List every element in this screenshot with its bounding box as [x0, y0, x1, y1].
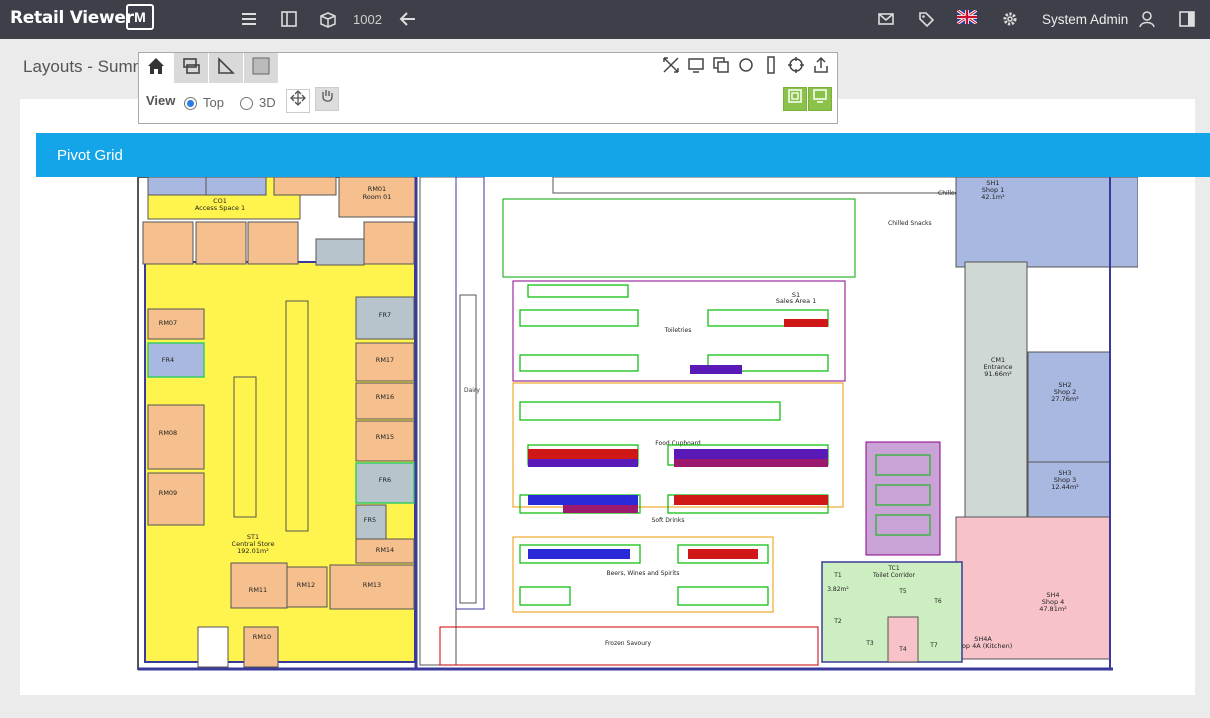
user-name[interactable]: System Admin: [1042, 12, 1128, 27]
hand-icon[interactable]: [315, 87, 339, 111]
svg-text:Access Space 1: Access Space 1: [195, 204, 245, 212]
svg-text:RM17: RM17: [376, 356, 394, 364]
view-3d-label: 3D: [259, 95, 276, 110]
gear-icon[interactable]: [1000, 10, 1020, 30]
svg-text:FR6: FR6: [379, 476, 391, 484]
back-arrow-icon[interactable]: [398, 10, 418, 30]
circle-icon[interactable]: [735, 56, 757, 78]
svg-text:Beers, Wines and Spirits: Beers, Wines and Spirits: [607, 570, 680, 577]
home-icon: [145, 56, 167, 78]
svg-text:T1: T1: [833, 572, 842, 579]
svg-text:RM09: RM09: [159, 489, 177, 497]
pivot-grid-header[interactable]: Pivot Grid: [36, 133, 1210, 177]
page-title: Layouts - Summ: [23, 57, 147, 76]
app-name: Retail Viewer: [10, 8, 134, 28]
mail-icon[interactable]: [876, 10, 896, 30]
svg-text:3.82m²: 3.82m²: [827, 586, 849, 593]
svg-text:Frozen Savoury: Frozen Savoury: [605, 640, 652, 647]
svg-text:RM01: RM01: [368, 185, 386, 193]
layers-icon: [180, 56, 202, 78]
svg-text:42.1m²: 42.1m²: [981, 193, 1005, 201]
svg-text:Sales Area 1: Sales Area 1: [776, 297, 817, 305]
layout-2d-icon[interactable]: [783, 87, 807, 111]
svg-text:T2: T2: [833, 618, 842, 625]
tab-layers[interactable]: [174, 53, 208, 83]
flag-uk-icon[interactable]: [956, 8, 978, 30]
svg-text:Room 01: Room 01: [363, 193, 392, 201]
svg-text:RM07: RM07: [159, 319, 177, 327]
top-bar: Retail Viewer M 1002 System Admin: [0, 0, 1210, 39]
svg-text:Food Cupboard: Food Cupboard: [655, 440, 701, 447]
svg-text:Toiletries: Toiletries: [664, 327, 692, 334]
hatch-icon: [250, 56, 272, 78]
svg-text:Soft Drinks: Soft Drinks: [652, 517, 685, 524]
svg-text:RM16: RM16: [376, 393, 394, 401]
svg-text:27.76m²: 27.76m²: [1051, 395, 1079, 403]
view-label: View: [146, 93, 176, 108]
pan-move-icon[interactable]: [286, 89, 310, 113]
svg-text:RM12: RM12: [297, 581, 315, 589]
svg-text:RM08: RM08: [159, 429, 177, 437]
box-icon[interactable]: [318, 10, 338, 30]
svg-text:TC1: TC1: [887, 565, 900, 572]
tab-measure[interactable]: [209, 53, 243, 83]
fit-extent-icon[interactable]: [660, 56, 682, 78]
svg-text:T4: T4: [898, 646, 907, 653]
svg-text:FR4: FR4: [162, 356, 174, 364]
svg-text:Dairy: Dairy: [464, 387, 480, 394]
svg-text:FR5: FR5: [364, 516, 376, 524]
pivot-grid-label: Pivot Grid: [57, 147, 123, 164]
list-icon[interactable]: [239, 10, 259, 30]
ruler-vert-icon[interactable]: [760, 56, 782, 78]
crosshair-icon[interactable]: [785, 56, 807, 78]
app-logo-badge: M: [126, 4, 154, 30]
svg-text:T3: T3: [865, 640, 874, 647]
view-3d-radio[interactable]: [240, 97, 253, 110]
export-icon[interactable]: [810, 56, 832, 78]
svg-text:Toilet Corridor: Toilet Corridor: [872, 572, 915, 579]
app-logo[interactable]: Retail Viewer: [10, 8, 134, 28]
svg-text:FR7: FR7: [379, 311, 391, 319]
svg-text:T5: T5: [898, 588, 907, 595]
svg-text:12.44m²: 12.44m²: [1051, 483, 1079, 491]
svg-text:47.81m²: 47.81m²: [1039, 605, 1067, 613]
sidebar-icon[interactable]: [1177, 10, 1197, 30]
svg-text:RM15: RM15: [376, 433, 394, 441]
svg-text:RM13: RM13: [363, 581, 381, 589]
layout-3d-icon[interactable]: [808, 87, 832, 111]
tag-icon[interactable]: [916, 10, 936, 30]
view-top-radio[interactable]: [184, 97, 197, 110]
svg-text:T7: T7: [929, 642, 938, 649]
svg-text:192.01m²: 192.01m²: [237, 547, 269, 555]
floor-plan[interactable]: ST1 Central Store 192.01m² CO1 Access Sp…: [108, 177, 1138, 682]
svg-text:Chilled Snacks: Chilled Snacks: [888, 220, 932, 227]
user-icon[interactable]: [1137, 10, 1157, 30]
monitor-icon[interactable]: [685, 56, 707, 78]
panel-icon[interactable]: [279, 10, 299, 30]
view-top-label: Top: [203, 95, 224, 110]
tab-hatch[interactable]: [244, 53, 278, 83]
view-tool-panel: View Top 3D: [138, 52, 838, 124]
tab-home[interactable]: [139, 53, 173, 83]
copy-icon[interactable]: [710, 56, 732, 78]
svg-text:T6: T6: [933, 598, 942, 605]
svg-text:RM11: RM11: [249, 586, 267, 594]
svg-text:RM14: RM14: [376, 546, 394, 554]
svg-text:91.66m²: 91.66m²: [984, 370, 1012, 378]
layout-id: 1002: [353, 12, 382, 27]
ruler-icon: [215, 56, 237, 78]
svg-text:RM10: RM10: [253, 633, 271, 641]
